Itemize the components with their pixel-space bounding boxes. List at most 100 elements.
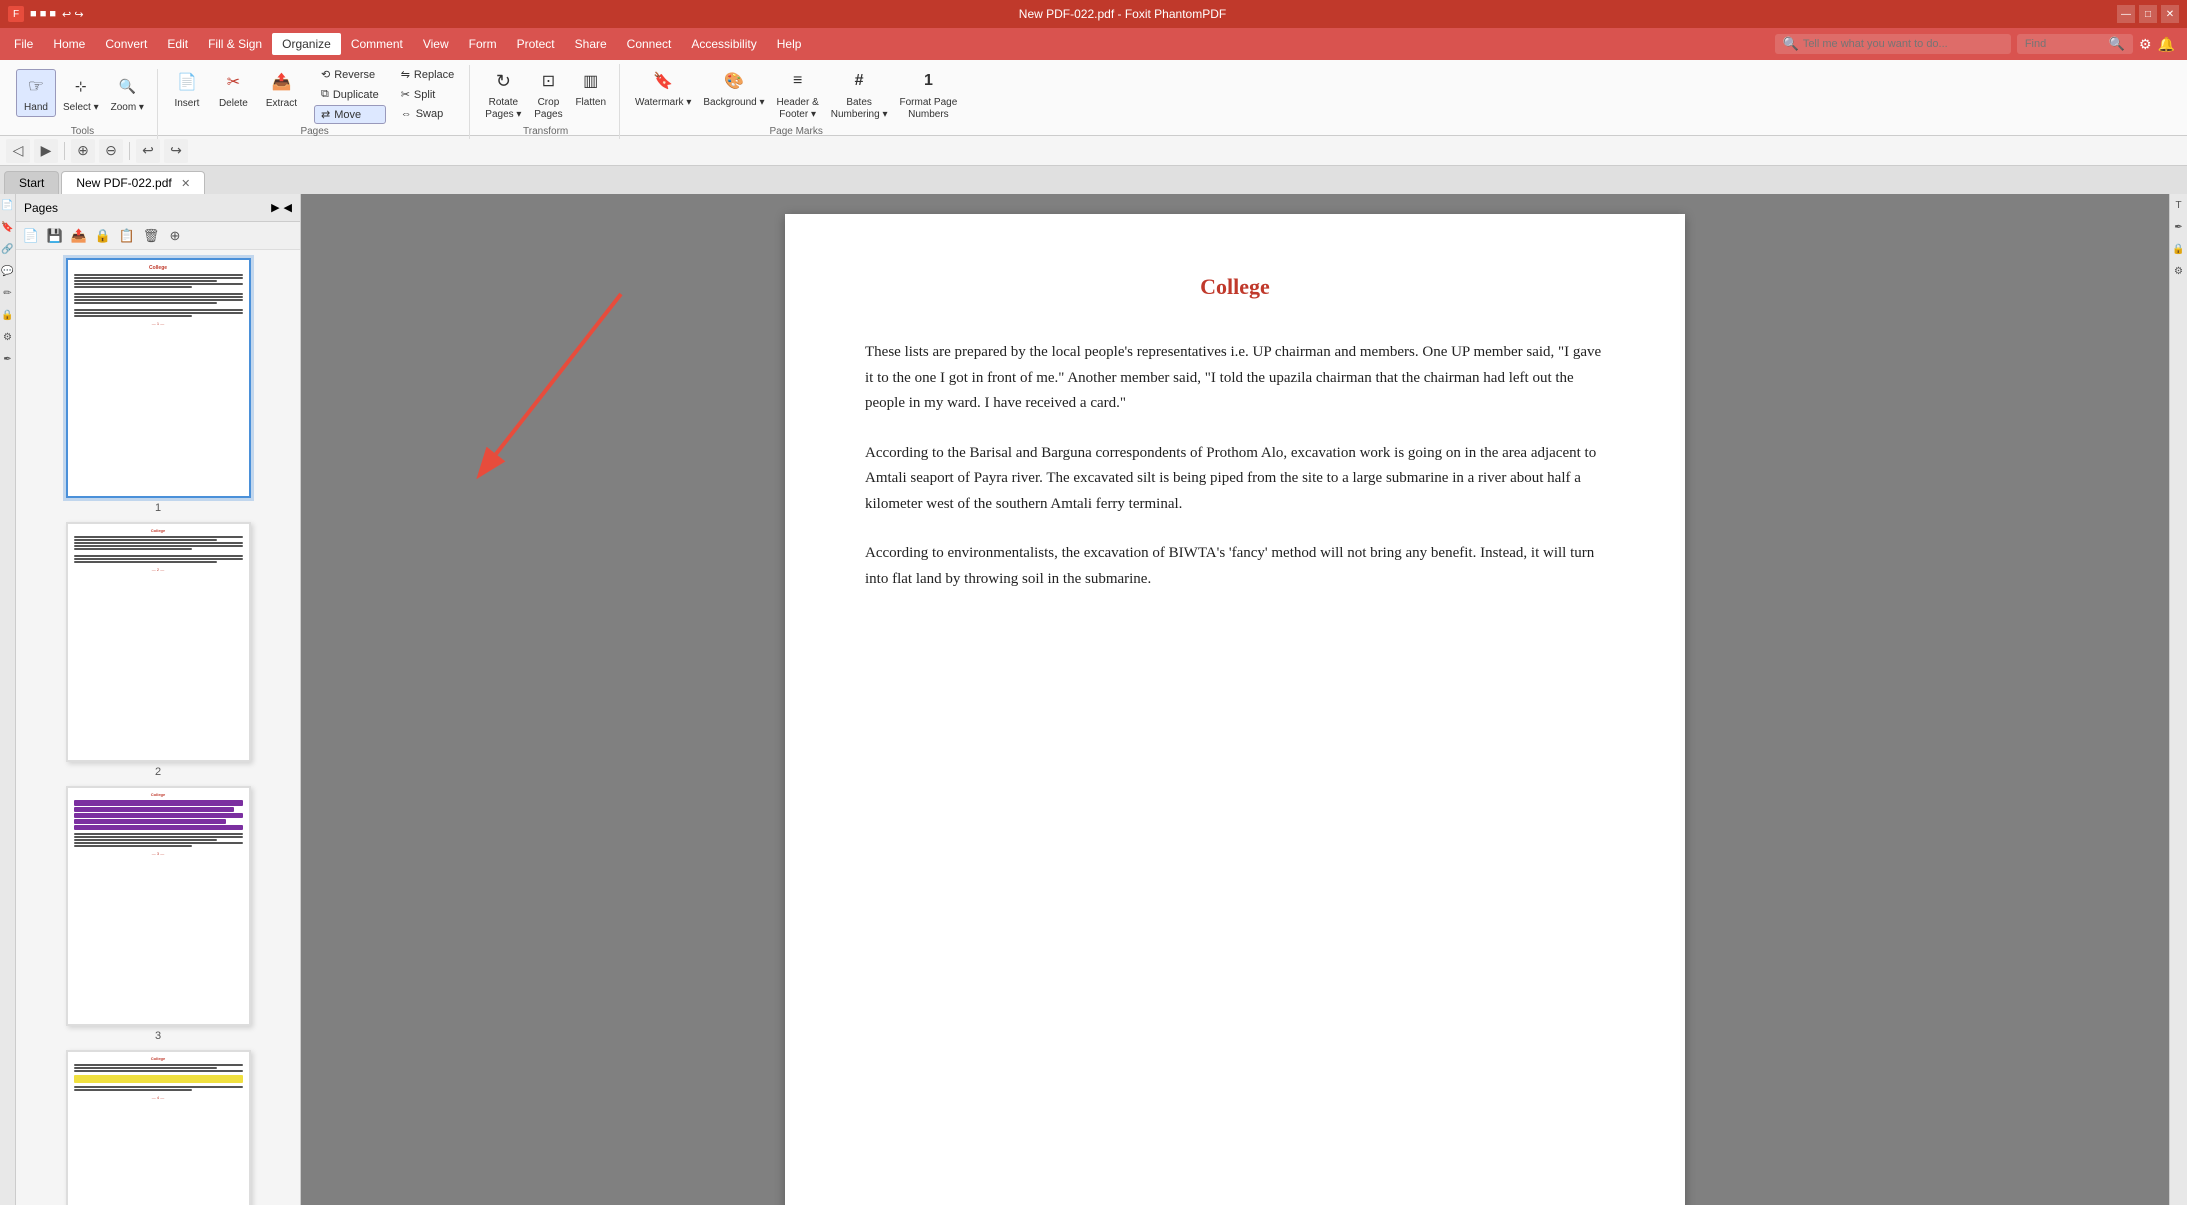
format-page-icon: 1 [914,67,942,95]
help-search-input[interactable] [1803,38,2003,50]
panel-tool-6[interactable]: 🗑 [140,225,162,247]
sidebar-tool-4[interactable]: 💬 [1,264,15,278]
flatten-button[interactable]: ▥ Flatten [570,64,611,112]
split-button[interactable]: ✂ Split [394,85,462,104]
flatten-icon: ▥ [577,67,605,95]
panel-tool-1[interactable]: 📄 [20,225,42,247]
sidebar-tool-3[interactable]: 🔗 [1,242,15,256]
paragraph-3: According to environmentalists, the exca… [865,541,1605,592]
menu-item-convert[interactable]: Convert [95,33,157,55]
maximize-button[interactable]: □ [2139,5,2157,23]
back-button[interactable]: ◁ [6,139,30,163]
zoom-in-button[interactable]: ⊕ [71,139,95,163]
redo-button[interactable]: ↪ [164,139,188,163]
delete-button[interactable]: ✂ Delete [214,65,253,113]
menu-item-connect[interactable]: Connect [617,33,682,55]
menu-item-protect[interactable]: Protect [507,33,565,55]
split-icon: ✂ [401,88,410,101]
panel-tool-4[interactable]: 🔒 [92,225,114,247]
menu-item-file[interactable]: File [4,33,43,55]
right-tool-1[interactable]: T [2172,198,2186,212]
menu-item-comment[interactable]: Comment [341,33,413,55]
panel-tool-7[interactable]: ⊕ [164,225,186,247]
panel-tool-3[interactable]: 📤 [68,225,90,247]
menu-item-edit[interactable]: Edit [157,33,198,55]
right-tool-4[interactable]: ⚙ [2172,264,2186,278]
pages-panel: Pages ▶ ◀ 📄 💾 📤 🔒 📋 🗑 ⊕ College [16,194,301,1205]
forward-button[interactable]: ▶ [34,139,58,163]
expand-icon[interactable]: ▶ [271,201,279,214]
extract-icon: 📤 [267,68,295,96]
format-page-numbers-button[interactable]: 1 Format PageNumbers [894,64,962,124]
menu-item-fill-sign[interactable]: Fill & Sign [198,33,272,55]
crop-pages-button[interactable]: ⊡ CropPages [528,64,568,124]
zoom-out-button[interactable]: ⊖ [99,139,123,163]
replace-button[interactable]: ⇋ Replace [394,65,462,84]
duplicate-icon: ⧉ [321,88,329,101]
sidebar-tool-5[interactable]: ✏ [1,286,15,300]
swap-button[interactable]: ⇔ Swap [394,105,462,123]
sidebar-tool-6[interactable]: 🔒 [1,308,15,322]
menu-item-form[interactable]: Form [459,33,507,55]
title-bar: F ■ ■ ■ ↩ ↪ New PDF-022.pdf - Foxit Phan… [0,0,2187,28]
rotate-pages-button[interactable]: ↻ RotatePages ▾ [480,64,526,124]
tab-close-icon[interactable]: ✕ [181,178,190,190]
document-view[interactable]: College These lists are prepared by the … [301,194,2169,1205]
right-tool-3[interactable]: 🔒 [2172,242,2186,256]
background-button[interactable]: 🎨 Background ▾ [698,64,769,112]
menu-item-share[interactable]: Share [565,33,617,55]
sidebar-tool-8[interactable]: ✒ [1,352,15,366]
menu-item-view[interactable]: View [413,33,459,55]
pages-group-label: Pages [300,126,328,137]
panel-tool-5[interactable]: 📋 [116,225,138,247]
zoom-tool-button[interactable]: 🔍 Zoom ▾ [106,69,149,117]
sidebar-tool-7[interactable]: ⚙ [1,330,15,344]
extract-button[interactable]: 📤 Extract [261,65,302,113]
menu-item-home[interactable]: Home [43,33,95,55]
page-2-label: 2 [155,766,161,778]
ribbon-group-pages: 📄 Insert ✂ Delete 📤 Extract [160,65,470,139]
menu-item-help[interactable]: Help [767,33,812,55]
left-sidebar: 📄 🔖 🔗 💬 ✏ 🔒 ⚙ ✒ [0,194,16,1205]
paragraph-1: These lists are prepared by the local pe… [865,340,1605,417]
watermark-button[interactable]: 🔖 Watermark ▾ [630,64,696,112]
pages-content: College [16,250,300,1205]
notification-icon[interactable]: 🔔 [2158,36,2175,53]
close-button[interactable]: ✕ [2161,5,2179,23]
menu-bar: FileHomeConvertEditFill & SignOrganizeCo… [0,28,2187,60]
minimize-button[interactable]: — [2117,5,2135,23]
panel-tool-2[interactable]: 💾 [44,225,66,247]
paragraph-2: According to the Barisal and Barguna cor… [865,441,1605,518]
page-thumb-1[interactable]: College [24,258,292,514]
page-thumb-2[interactable]: College — 2 — [24,522,292,778]
undo-button[interactable]: ↩ [136,139,160,163]
reverse-button[interactable]: ⟲ Reverse [314,65,386,84]
tab-start[interactable]: Start [4,171,59,194]
delete-icon: ✂ [219,68,247,96]
duplicate-button[interactable]: ⧉ Duplicate [314,85,386,104]
settings-icon[interactable]: ⚙ [2139,36,2152,53]
bates-numbering-button[interactable]: # BatesNumbering ▾ [826,64,893,124]
page-thumb-3[interactable]: College [24,786,292,1042]
header-footer-button[interactable]: ≡ Header &Footer ▾ [772,64,824,124]
menu-item-organize[interactable]: Organize [272,33,341,55]
menu-item-accessibility[interactable]: Accessibility [681,33,766,55]
sidebar-tool-2[interactable]: 🔖 [1,220,15,234]
move-button[interactable]: ⇄ Move [314,105,386,124]
right-panel: T ✒ 🔒 ⚙ [2169,194,2187,1205]
sidebar-tool-1[interactable]: 📄 [1,198,15,212]
tab-pdf[interactable]: New PDF-022.pdf ✕ [61,171,205,194]
pages-panel-header: Pages ▶ ◀ [16,194,300,222]
collapse-icon[interactable]: ◀ [284,201,292,214]
select-icon: ⊹ [67,72,95,100]
hand-tool-button[interactable]: ☞ Hand [16,69,56,117]
find-input[interactable] [2025,38,2105,50]
insert-button[interactable]: 📄 Insert [168,65,206,113]
tools-group-label: Tools [71,126,94,137]
swap-icon: ⇔ [401,108,412,120]
ribbon-group-page-marks: 🔖 Watermark ▾ 🎨 Background ▾ ≡ Header &F… [622,64,970,139]
right-tool-2[interactable]: ✒ [2172,220,2186,234]
page-3-label: 3 [155,1030,161,1042]
page-thumb-4[interactable]: College — 4 — 4 [24,1050,292,1205]
select-tool-button[interactable]: ⊹ Select ▾ [58,69,104,117]
